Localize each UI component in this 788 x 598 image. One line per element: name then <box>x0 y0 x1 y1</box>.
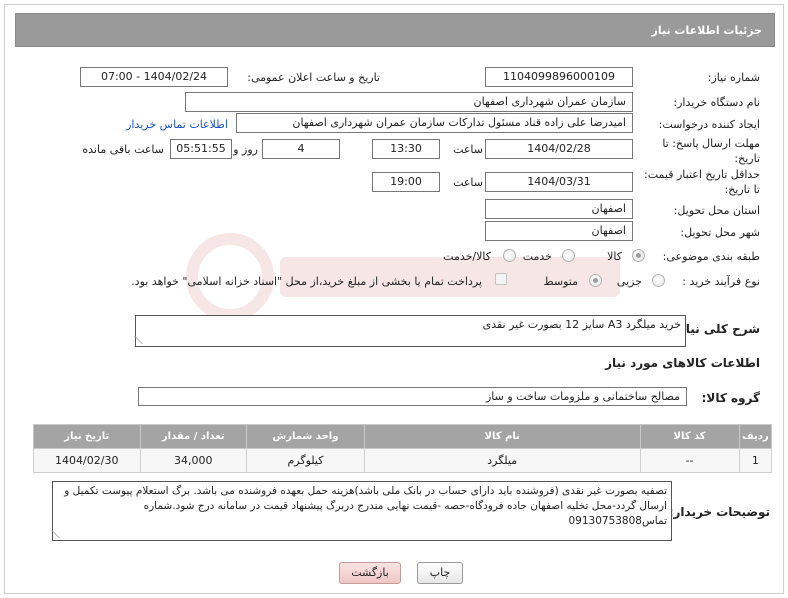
category-both-label: کالا/خدمت <box>443 250 491 263</box>
creator-label: ایجاد کننده درخواست: <box>658 118 760 131</box>
panel-title: جزئیات اطلاعات نیاز <box>651 24 763 37</box>
goods-info-title: اطلاعات کالاهای مورد نیاز <box>605 356 760 370</box>
process-minor-label: جزیی <box>616 275 642 288</box>
resize-grip-icon[interactable] <box>134 336 150 344</box>
process-medium-radio[interactable] <box>589 274 602 287</box>
province-field: اصفهان <box>485 199 633 219</box>
back-button[interactable]: بازگشت <box>339 562 401 584</box>
remaining-label: ساعت باقی مانده <box>82 143 164 156</box>
panel-header: جزئیات اطلاعات نیاز <box>15 13 775 47</box>
buyer-notes-textarea[interactable]: تصفیه بصورت غیر نقدی (فروشنده باید دارای… <box>51 481 672 541</box>
city-field: اصفهان <box>485 221 633 241</box>
category-both-radio[interactable] <box>503 249 516 262</box>
table-header-row: ردیف کد کالا نام کالا واحد شمارش تعداد /… <box>33 424 773 449</box>
goods-group-field: مصالح ساختمانی و ملزومات ساخت و ساز <box>138 387 687 406</box>
days-count-field: 4 <box>262 139 340 159</box>
remaining-time-field: 05:51:55 <box>170 139 232 159</box>
announce-datetime-field: 1404/02/24 - 07:00 <box>80 67 228 87</box>
validity-time-field: 19:00 <box>372 172 440 192</box>
need-number-label: شماره نیاز: <box>707 71 760 84</box>
payment-treasury-checkbox[interactable] <box>495 273 507 285</box>
payment-note: پرداخت تمام یا بخشی از مبلغ خرید،از محل … <box>131 275 482 288</box>
resize-grip-icon[interactable] <box>51 530 67 538</box>
need-number-field: 1104099896000109 <box>485 67 633 87</box>
deadline-date-field: 1404/02/28 <box>485 139 633 159</box>
creator-field: امیدرضا علی زاده قناد مسئول تدارکات سازم… <box>236 113 633 133</box>
col-quantity: تعداد / مقدار <box>139 424 247 449</box>
deadline-label-2: تاریخ: <box>734 152 760 165</box>
validity-label-2: تا تاریخ: <box>724 183 760 196</box>
col-need-date: تاریخ نیاز <box>33 424 141 449</box>
validity-time-label: ساعت <box>453 176 483 189</box>
cell-need-date: 1404/02/30 <box>33 448 141 473</box>
process-label: نوع فرآیند خرید : <box>682 275 760 288</box>
buyer-notes-text: تصفیه بصورت غیر نقدی (فروشنده باید دارای… <box>64 485 667 527</box>
table-row: 1 -- میلگرد کیلوگرم 34,000 1404/02/30 <box>33 448 773 473</box>
cell-quantity: 34,000 <box>139 448 247 473</box>
cell-row-number: 1 <box>738 448 773 473</box>
category-goods-label: کالا <box>607 250 622 263</box>
category-label: طبقه بندی موضوعی: <box>662 250 760 263</box>
category-goods-radio[interactable] <box>632 249 645 262</box>
category-service-radio[interactable] <box>562 249 575 262</box>
validity-label-1: حداقل تاریخ اعتبار قیمت: <box>644 168 760 181</box>
announce-label: تاریخ و ساعت اعلان عمومی: <box>247 71 380 84</box>
days-and-label: روز و <box>233 143 258 156</box>
description-textarea[interactable]: خرید میلگرد A3 سایز 12 بصورت غیر نقدی <box>134 315 686 347</box>
print-button[interactable]: چاپ <box>417 562 463 584</box>
deadline-time-label: ساعت <box>453 143 483 156</box>
validity-date-field: 1404/03/31 <box>485 172 633 192</box>
cell-item-name: میلگرد <box>363 448 641 473</box>
col-item-code: کد کالا <box>639 424 740 449</box>
description-label: شرح کلی نیاز: <box>674 322 760 336</box>
description-text: خرید میلگرد A3 سایز 12 بصورت غیر نقدی <box>482 318 681 331</box>
buyer-org-field: سازمان عمران شهرداری اصفهان <box>185 92 633 112</box>
buyer-contact-link[interactable]: اطلاعات تماس خریدار <box>126 118 228 131</box>
col-row-number: ردیف <box>738 424 773 449</box>
goods-table: ردیف کد کالا نام کالا واحد شمارش تعداد /… <box>33 424 773 473</box>
city-label: شهر محل تحویل: <box>680 226 760 239</box>
province-label: استان محل تحویل: <box>673 204 760 217</box>
category-service-label: خدمت <box>522 250 552 263</box>
cell-unit: کیلوگرم <box>245 448 365 473</box>
cell-item-code: -- <box>639 448 740 473</box>
deadline-time-field: 13:30 <box>372 139 440 159</box>
col-unit: واحد شمارش <box>245 424 365 449</box>
col-item-name: نام کالا <box>363 424 641 449</box>
buyer-org-label: نام دستگاه خریدار: <box>673 96 760 109</box>
deadline-label-1: مهلت ارسال پاسخ: تا <box>662 137 760 150</box>
buyer-notes-label: توضیحات خریدار: <box>668 505 770 519</box>
goods-group-label: گروه کالا: <box>701 391 760 405</box>
process-medium-label: متوسط <box>543 275 578 288</box>
process-minor-radio[interactable] <box>652 274 665 287</box>
